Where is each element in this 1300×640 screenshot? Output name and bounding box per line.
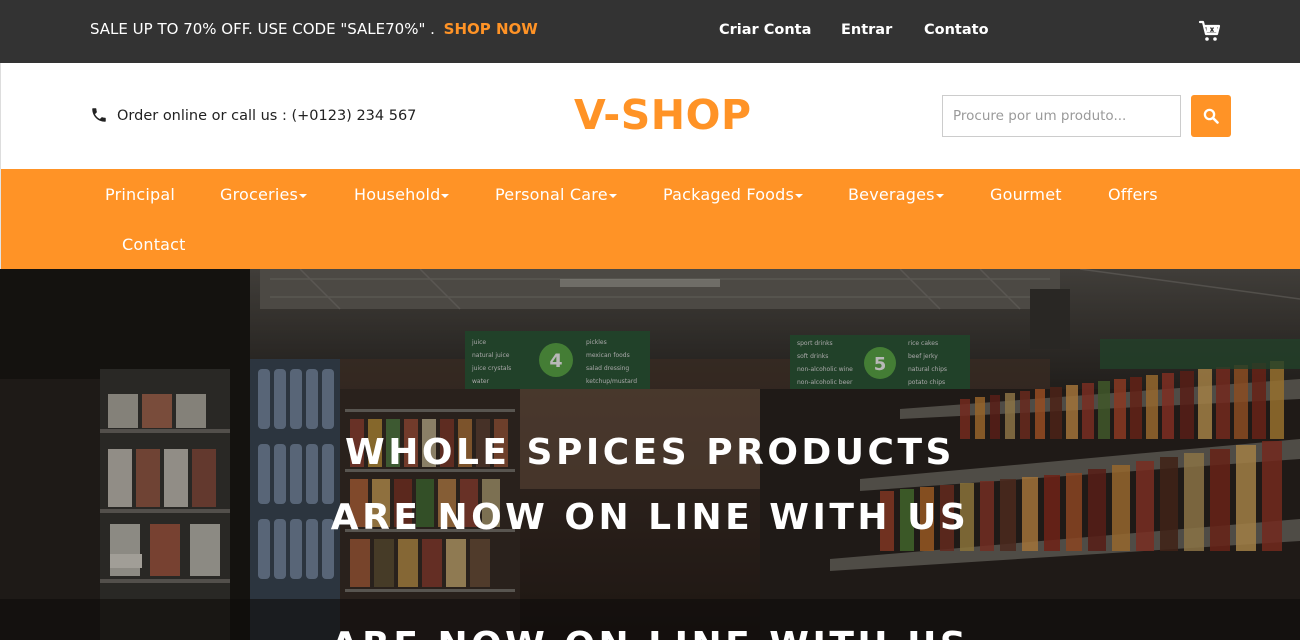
nav-item-personal-care[interactable]: Personal Care: [495, 185, 617, 204]
top-bar: SALE UP TO 70% OFF. USE CODE "SALE70%" .…: [0, 0, 1300, 63]
main-nav: Principal Groceries Household Personal C…: [0, 169, 1300, 269]
site-logo[interactable]: V-SHOP: [574, 91, 752, 139]
cart-icon[interactable]: [1198, 19, 1222, 43]
hero-heading-line-1: WHOLE SPICES PRODUCTS: [345, 432, 955, 473]
nav-item-household[interactable]: Household: [354, 185, 450, 204]
header: Order online or call us : (+0123) 234 56…: [0, 63, 1300, 169]
nav-item-principal[interactable]: Principal: [105, 185, 175, 204]
nav-item-label: Packaged Foods: [663, 185, 795, 204]
login-link[interactable]: Entrar: [841, 22, 892, 38]
nav-item-label: Contact: [122, 235, 186, 254]
nav-item-label: Principal: [105, 185, 175, 204]
hero-banner: 4 juice natural juice juice crystals wat…: [0, 269, 1300, 640]
caret-down-icon: [299, 193, 308, 198]
nav-item-label: Personal Care: [495, 185, 608, 204]
nav-item-label: Beverages: [848, 185, 935, 204]
caret-down-icon: [441, 193, 450, 198]
nav-item-gourmet[interactable]: Gourmet: [990, 185, 1062, 204]
nav-item-label: Household: [354, 185, 441, 204]
contact-link[interactable]: Contato: [924, 22, 989, 38]
nav-item-label: Gourmet: [990, 185, 1062, 204]
call-us-text: Order online or call us : (+0123) 234 56…: [117, 108, 417, 124]
search-icon: [1203, 108, 1219, 124]
caret-down-icon: [608, 193, 617, 198]
nav-item-label: Groceries: [220, 185, 299, 204]
nav-item-packaged-foods[interactable]: Packaged Foods: [663, 185, 804, 204]
nav-item-groceries[interactable]: Groceries: [220, 185, 308, 204]
search-button[interactable]: [1191, 95, 1231, 137]
nav-item-label: Offers: [1108, 185, 1158, 204]
create-account-link[interactable]: Criar Conta: [719, 22, 811, 38]
phone-icon: [92, 108, 106, 122]
nav-item-contact[interactable]: Contact: [122, 235, 186, 254]
caret-down-icon: [795, 193, 804, 198]
caret-down-icon: [935, 193, 944, 198]
hero-heading-line-2: ARE NOW ON LINE WITH US: [330, 497, 970, 538]
hero-heading-line-3: ARE NOW ON LINE WITH US: [0, 625, 1300, 640]
promo-banner: SALE UP TO 70% OFF. USE CODE "SALE70%" .…: [90, 20, 538, 38]
nav-item-beverages[interactable]: Beverages: [848, 185, 944, 204]
promo-text: SALE UP TO 70% OFF. USE CODE "SALE70%" .: [90, 20, 435, 38]
shop-now-link[interactable]: SHOP NOW: [444, 20, 538, 38]
search-input[interactable]: [942, 95, 1181, 137]
nav-item-offers[interactable]: Offers: [1108, 185, 1158, 204]
